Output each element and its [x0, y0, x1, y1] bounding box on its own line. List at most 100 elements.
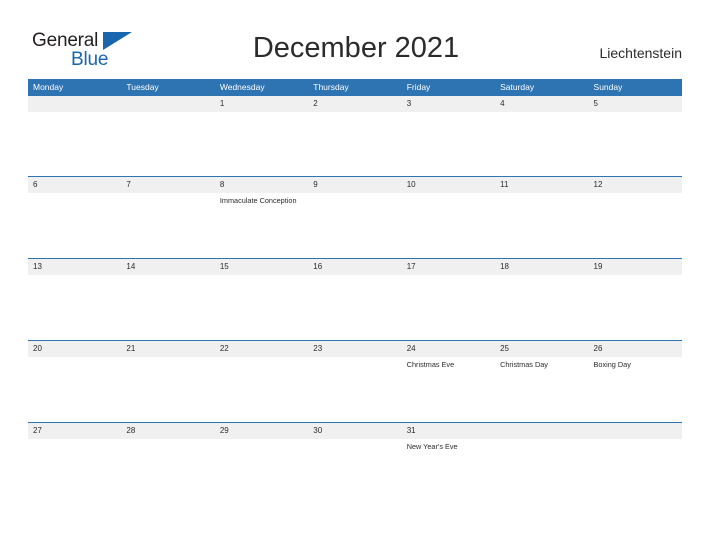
weekday-header-monday: Monday — [33, 82, 64, 92]
calendar-day-cell[interactable]: 30 — [308, 423, 402, 466]
day-body — [495, 193, 588, 196]
day-body — [589, 112, 682, 115]
day-number: 15 — [214, 259, 309, 275]
calendar-day-cell[interactable]: 28 — [121, 423, 215, 466]
day-number: 3 — [401, 96, 496, 112]
holiday-label: Boxing Day — [593, 360, 631, 369]
calendar-day-cell[interactable]: 29 — [214, 423, 309, 466]
calendar-day-cell[interactable]: 18 — [495, 259, 589, 340]
day-number: 20 — [28, 341, 122, 357]
day-body — [121, 357, 214, 360]
calendar-day-cell-empty — [121, 96, 215, 176]
day-body — [215, 357, 308, 360]
calendar-day-cell[interactable]: 27 — [28, 423, 122, 466]
calendar-day-cell[interactable]: 22 — [214, 341, 309, 422]
day-number: 26 — [588, 341, 682, 357]
holiday-label: Christmas Eve — [406, 360, 455, 369]
day-body — [308, 275, 401, 278]
calendar-week-row: 13 14 15 16 17 18 19 — [28, 258, 682, 340]
calendar-day-cell[interactable]: 23 — [308, 341, 402, 422]
day-body — [215, 439, 308, 442]
calendar-grid: Monday Tuesday Wednesday Thursday Friday Satu… — [28, 79, 682, 466]
day-body — [495, 275, 588, 278]
day-body — [28, 112, 121, 115]
day-number: 28 — [121, 423, 215, 439]
day-number: 4 — [495, 96, 589, 112]
calendar-day-cell[interactable]: 19 — [588, 259, 682, 340]
holiday-label: Christmas Day — [500, 360, 548, 369]
day-number: 19 — [588, 259, 682, 275]
holiday-label: Immaculate Conception — [219, 196, 297, 205]
day-number: 9 — [308, 177, 402, 193]
day-body — [402, 112, 495, 115]
day-body: Immaculate Conception — [215, 193, 308, 206]
holiday-label: New Year's Eve — [406, 442, 458, 451]
day-body — [402, 193, 495, 196]
day-number: 13 — [28, 259, 122, 275]
day-number: 31 — [401, 423, 496, 439]
calendar-day-cell[interactable]: 16 — [308, 259, 402, 340]
calendar-day-cell[interactable]: 2 — [308, 96, 402, 176]
day-body — [308, 357, 401, 360]
day-number: 10 — [401, 177, 496, 193]
day-number: 2 — [308, 96, 402, 112]
calendar-day-cell[interactable]: 12 — [588, 177, 682, 258]
calendar-day-cell[interactable]: 7 — [121, 177, 215, 258]
calendar-day-cell[interactable]: 1 — [214, 96, 309, 176]
day-body — [121, 112, 214, 115]
calendar-day-cell-empty — [495, 423, 589, 466]
calendar-day-cell[interactable]: 11 — [495, 177, 589, 258]
calendar-day-cell[interactable]: 5 — [588, 96, 682, 176]
day-number — [588, 423, 682, 439]
weekday-header-friday: Friday — [406, 82, 431, 92]
calendar-day-cell[interactable]: 26 Boxing Day — [588, 341, 682, 422]
calendar-day-cell[interactable]: 15 — [214, 259, 309, 340]
weekday-header-saturday: Saturday — [500, 82, 535, 92]
day-body — [28, 439, 121, 442]
day-body — [121, 439, 214, 442]
calendar-day-cell[interactable]: 6 — [28, 177, 122, 258]
day-body — [308, 193, 401, 196]
calendar-day-cell[interactable]: 4 — [495, 96, 589, 176]
day-number: 23 — [308, 341, 402, 357]
calendar-week-row: 6 7 8 Immaculate Conception 9 10 11 12 — [28, 176, 682, 258]
calendar-weeks: 1 2 3 4 5 6 7 8 Immaculate Conception 9 10 11 12 13 14… — [28, 96, 682, 466]
day-number: 30 — [308, 423, 402, 439]
calendar-day-cell[interactable]: 8 Immaculate Conception — [214, 177, 309, 258]
calendar-day-cell[interactable]: 17 — [401, 259, 496, 340]
day-number: 27 — [28, 423, 122, 439]
calendar-day-cell[interactable]: 10 — [401, 177, 496, 258]
calendar-day-cell[interactable]: 9 — [308, 177, 402, 258]
day-number: 6 — [28, 177, 122, 193]
weekday-header-wednesday: Wednesday — [219, 82, 265, 92]
weekday-header-tuesday: Tuesday — [126, 82, 159, 92]
day-number: 16 — [308, 259, 402, 275]
weekday-header-sunday: Sunday — [593, 82, 623, 92]
day-number: 8 — [214, 177, 309, 193]
day-body — [495, 439, 588, 442]
calendar-day-cell[interactable]: 3 — [401, 96, 496, 176]
day-number: 21 — [121, 341, 215, 357]
calendar-day-cell[interactable]: 20 — [28, 341, 122, 422]
day-body — [28, 275, 121, 278]
calendar-week-row: 20 21 22 23 24 Christmas Eve 25 Christmas Day 26… — [28, 340, 682, 422]
calendar-day-cell[interactable]: 21 — [121, 341, 215, 422]
calendar-day-cell-empty — [588, 423, 682, 466]
day-body — [495, 112, 588, 115]
day-body — [308, 439, 401, 442]
day-body — [589, 275, 682, 278]
day-body: Christmas Day — [495, 357, 588, 370]
calendar-day-cell[interactable]: 25 Christmas Day — [495, 341, 589, 422]
calendar-week-row: 27 28 29 30 31 New Year's Eve — [28, 422, 682, 466]
calendar-day-cell[interactable]: 31 New Year's Eve — [401, 423, 496, 466]
calendar-day-cell[interactable]: 24 Christmas Eve — [401, 341, 496, 422]
calendar-day-cell[interactable]: 14 — [121, 259, 215, 340]
day-body — [308, 112, 401, 115]
calendar-day-cell-empty — [28, 96, 122, 176]
day-body: New Year's Eve — [402, 439, 495, 452]
day-number: 5 — [588, 96, 682, 112]
day-body — [402, 275, 495, 278]
day-body — [28, 357, 121, 360]
calendar-day-cell[interactable]: 13 — [28, 259, 122, 340]
day-number: 25 — [495, 341, 589, 357]
